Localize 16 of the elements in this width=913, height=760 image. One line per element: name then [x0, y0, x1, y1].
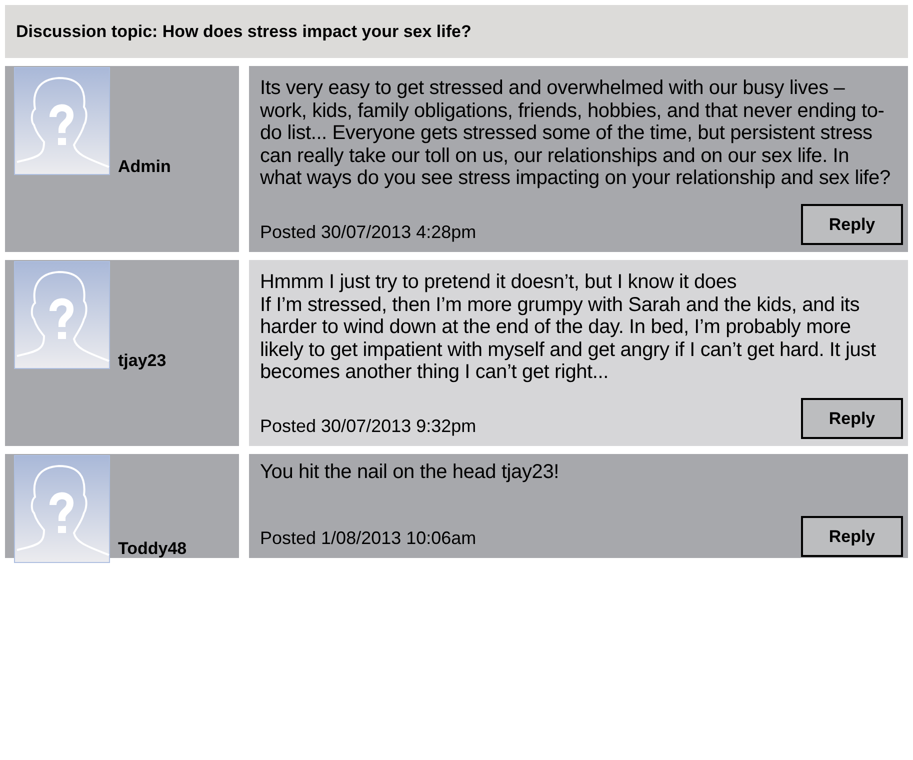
topic-title: Discussion topic: How does stress impact your sex life?	[16, 20, 472, 43]
avatar-icon	[14, 261, 110, 369]
reply-button[interactable]: Reply	[801, 204, 903, 245]
post-date: Posted 1/08/2013 10:06am	[260, 527, 476, 550]
avatar-icon	[14, 455, 110, 563]
reply-button[interactable]: Reply	[801, 398, 903, 439]
author-name: Admin	[118, 156, 171, 178]
post-text: Hmmm I just try to pretend it doesn’t, but I know it does If I’m stressed, then I’m more grumpy with Sarah and the kids, and its harder to wind down at the end of the day. In bed, I’m probably more likely to get impatient with myself and get angry if I can’t get hard. It just becomes another thing I can’t get right...	[260, 271, 877, 384]
reply-button[interactable]: Reply	[801, 516, 903, 557]
author-name: tjay23	[118, 350, 166, 372]
post-text: Its very easy to get stressed and overwhelmed with our busy lives – work, kids, family obligations, friends, hobbies, and that never ending to-do list... Everyone gets stressed some of the time, but persistent stress can really take our toll on us, our relationships and on our sex life. In what ways do you see stress impacting on your relationship and sex life?	[260, 77, 892, 190]
author-name: Toddy48	[118, 538, 187, 560]
avatar-icon	[14, 67, 110, 175]
post-date: Posted 30/07/2013 9:32pm	[260, 415, 476, 438]
post-date: Posted 30/07/2013 4:28pm	[260, 221, 476, 244]
post-text: You hit the nail on the head tjay23!	[260, 461, 560, 484]
